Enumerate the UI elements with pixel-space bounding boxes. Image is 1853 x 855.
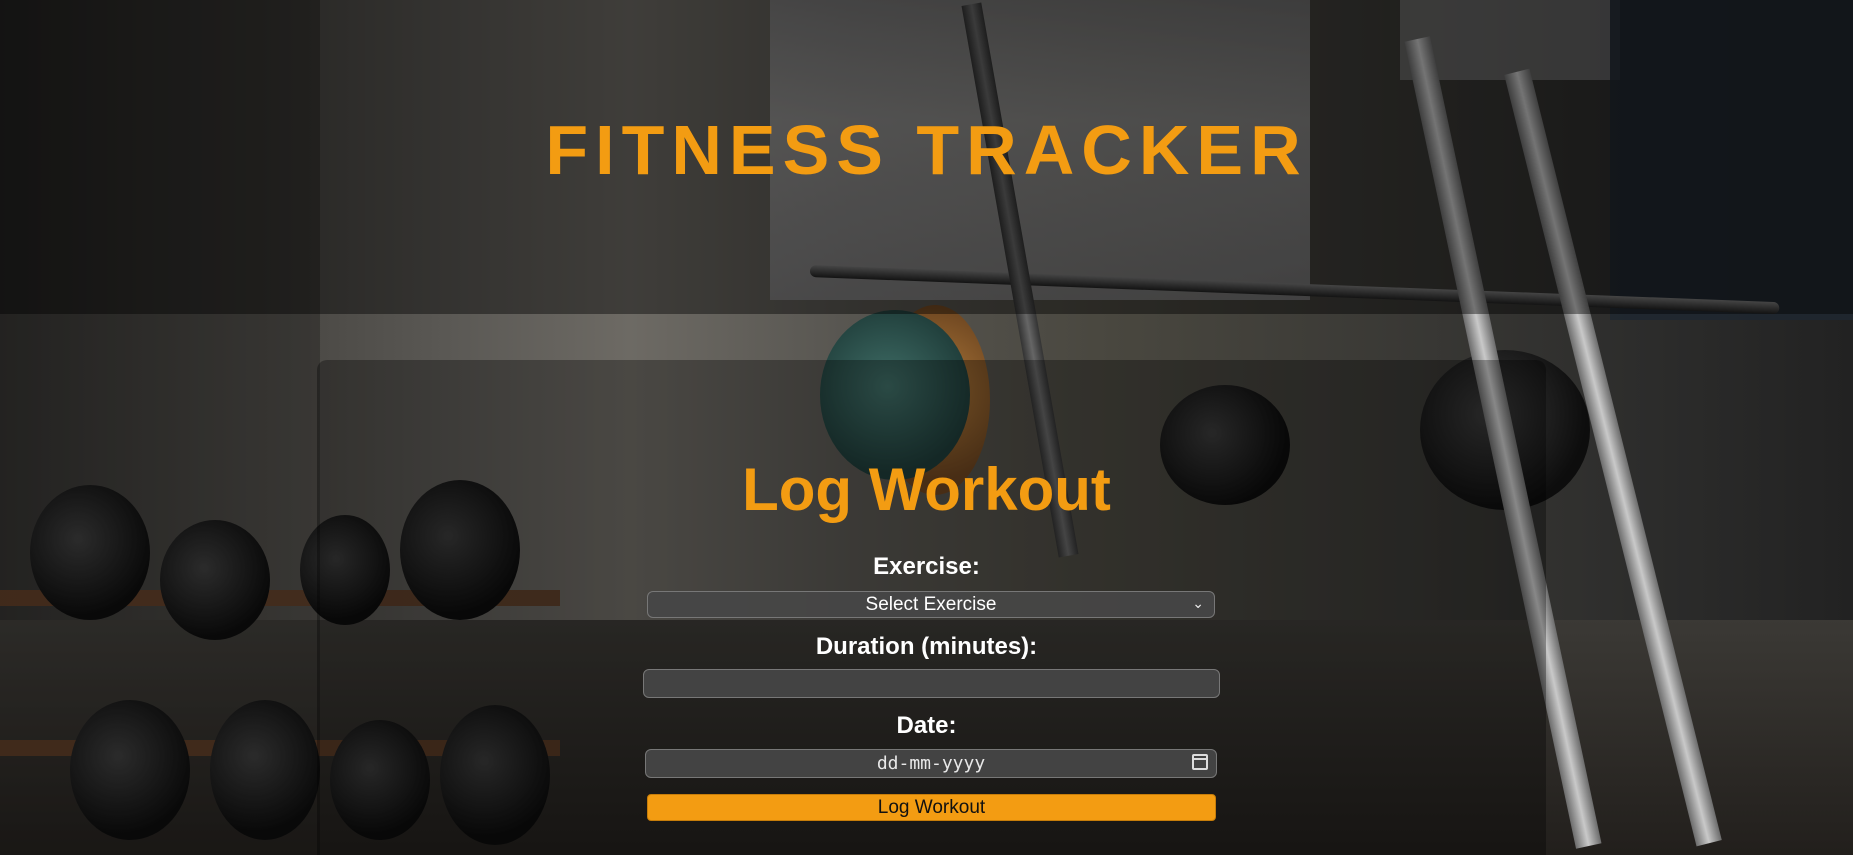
app-title: FITNESS TRACKER: [545, 111, 1308, 189]
exercise-select-value: Select Exercise: [865, 593, 997, 615]
form-title: Log Workout: [742, 456, 1111, 523]
duration-label: Duration (minutes):: [815, 633, 1038, 660]
log-workout-button[interactable]: Log Workout: [647, 794, 1216, 821]
duration-input[interactable]: [643, 669, 1220, 698]
date-input[interactable]: dd-mm-yyyy: [645, 749, 1217, 778]
date-label: Date:: [896, 712, 957, 739]
date-placeholder: dd-mm-yyyy: [876, 753, 986, 774]
exercise-select[interactable]: Select Exercise ⌄: [647, 591, 1215, 618]
calendar-icon[interactable]: [1192, 754, 1208, 770]
chevron-down-icon: ⌄: [1192, 595, 1204, 611]
exercise-label: Exercise:: [873, 553, 980, 580]
app-header: FITNESS TRACKER: [0, 0, 1853, 314]
